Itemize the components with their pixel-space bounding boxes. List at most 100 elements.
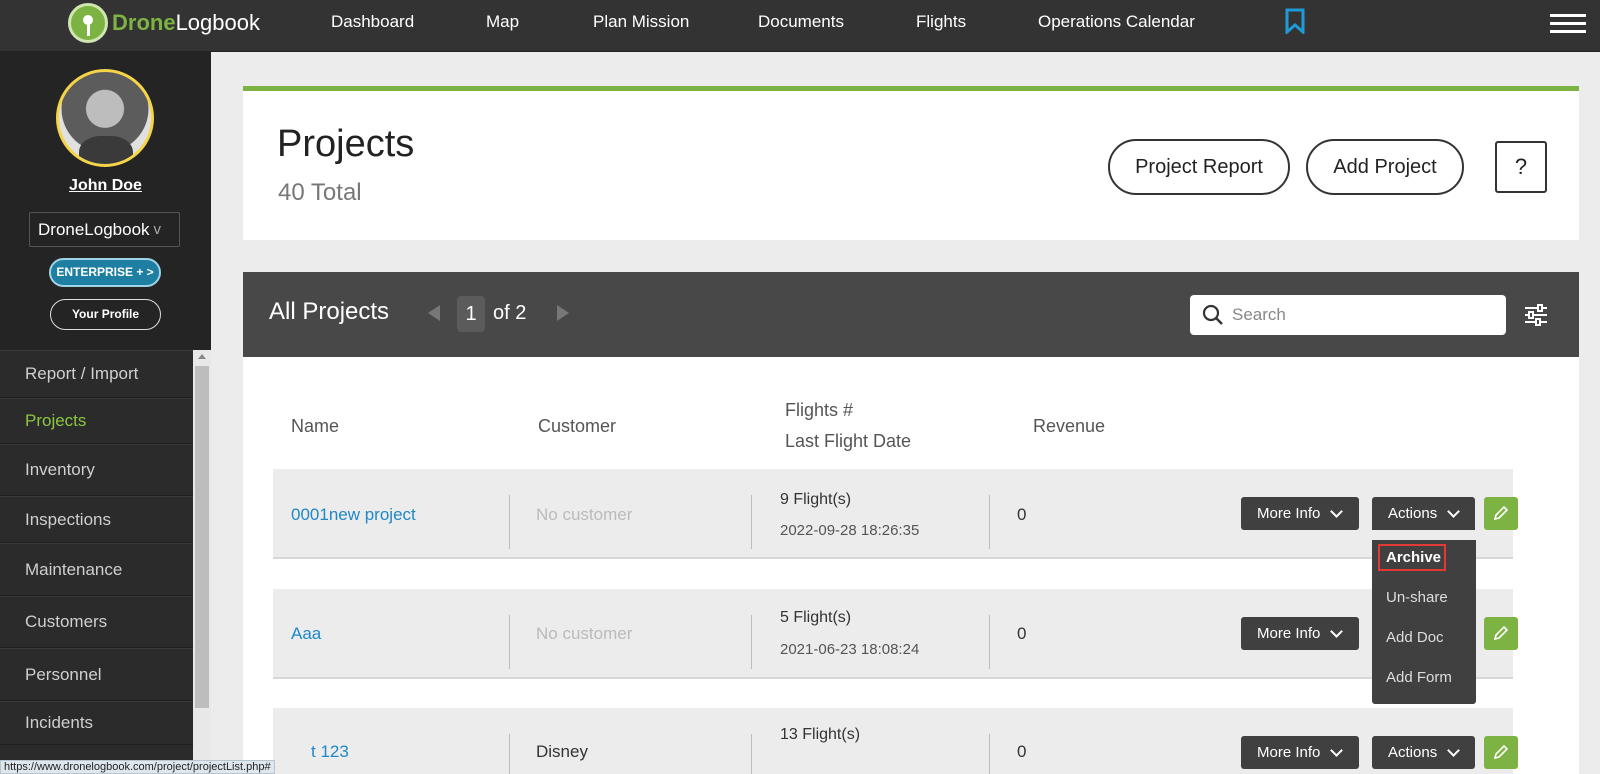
sidebar: John Doe DroneLogbook v ENTERPRISE + > Yo… [0, 52, 211, 774]
cell-divider [751, 495, 752, 549]
revenue-value: 0 [1017, 505, 1027, 524]
add-project-button[interactable]: Add Project [1306, 139, 1464, 195]
sidebar-item-maintenance[interactable]: Maintenance [0, 543, 193, 596]
sidebar-item-inventory[interactable]: Inventory [0, 444, 193, 496]
actions-label: Actions [1388, 505, 1438, 522]
search-input[interactable] [1232, 295, 1492, 335]
nav-map[interactable]: Map [486, 12, 519, 32]
menu-item-add-form[interactable]: Add Form [1386, 669, 1452, 686]
revenue-value: 0 [1017, 624, 1027, 643]
sidebar-item-inspections[interactable]: Inspections [0, 496, 193, 543]
chevron-down-icon [1447, 504, 1461, 518]
projects-total: 40 Total [278, 179, 362, 206]
project-report-button[interactable]: Project Report [1108, 139, 1290, 195]
project-name-link[interactable]: Aaa [291, 624, 321, 644]
filter-settings-icon[interactable] [1521, 300, 1551, 330]
brand-prefix: Drone [112, 10, 176, 35]
search-box [1190, 295, 1506, 335]
chevron-down-icon [1330, 504, 1344, 518]
search-icon [1202, 304, 1223, 325]
customer-value: No customer [536, 505, 633, 524]
current-page-input[interactable]: 1 [457, 296, 485, 332]
nav-plan-mission[interactable]: Plan Mission [593, 12, 689, 32]
next-page-arrow-icon[interactable] [557, 305, 569, 321]
cell-divider [989, 495, 990, 549]
menu-item-archive[interactable]: Archive [1386, 549, 1441, 566]
table-row: 0001new project No customer 9 Flight(s) … [273, 469, 1518, 559]
sidebar-item-personnel[interactable]: Personnel [0, 648, 193, 701]
customer-value: Disney [536, 742, 588, 761]
actions-button[interactable]: Actions [1372, 736, 1475, 769]
menu-item-unshare[interactable]: Un-share [1386, 589, 1448, 606]
brand-logo[interactable]: DroneLogbook [68, 3, 260, 43]
cell-divider [989, 734, 990, 774]
more-info-button[interactable]: More Info [1241, 617, 1359, 650]
projects-header-card: Projects 40 Total Project Report Add Pro… [243, 86, 1579, 240]
project-name-link[interactable]: 0001new project [291, 505, 416, 525]
cell-divider [751, 615, 752, 669]
edit-button[interactable] [1484, 736, 1518, 769]
column-header-name[interactable]: Name [291, 416, 339, 437]
page-title: Projects [277, 123, 415, 165]
sidebar-item-report-import[interactable]: Report / Import [0, 350, 193, 398]
nav-documents[interactable]: Documents [758, 12, 844, 32]
project-name-link[interactable]: t 123 [311, 742, 349, 762]
nav-dashboard[interactable]: Dashboard [331, 12, 414, 32]
table-row: Aaa No customer 5 Flight(s) 2021-06-23 1… [273, 589, 1518, 679]
more-info-label: More Info [1257, 744, 1321, 761]
scrollbar-thumb[interactable] [195, 366, 209, 708]
prev-page-arrow-icon[interactable] [428, 305, 440, 321]
column-header-customer[interactable]: Customer [538, 416, 616, 437]
brand-suffix: Logbook [175, 10, 260, 35]
top-navbar: DroneLogbook Dashboard Map Plan Mission … [0, 0, 1600, 52]
table-row: t 123 Disney 13 Flight(s) 0 More Info Ac… [273, 708, 1518, 774]
sidebar-scrollbar[interactable] [193, 350, 211, 774]
cell-divider [509, 495, 510, 549]
sidebar-item-projects[interactable]: Projects [0, 398, 193, 444]
more-info-button[interactable]: More Info [1241, 497, 1359, 530]
drone-logo-icon [68, 3, 108, 43]
scroll-up-arrow-icon[interactable] [198, 354, 206, 359]
actions-label: Actions [1388, 744, 1438, 761]
more-info-label: More Info [1257, 625, 1321, 642]
status-bar-url: https://www.dronelogbook.com/project/pro… [0, 760, 275, 774]
organization-select[interactable]: DroneLogbook v [29, 212, 180, 247]
actions-button[interactable]: Actions [1372, 497, 1475, 530]
cell-divider [509, 734, 510, 774]
chevron-down-icon [1330, 743, 1344, 757]
menu-item-add-doc[interactable]: Add Doc [1386, 629, 1444, 646]
column-header-revenue[interactable]: Revenue [1033, 416, 1105, 437]
chevron-down-icon [1447, 743, 1461, 757]
flights-count: 5 Flight(s) [780, 609, 852, 626]
profile-section: John Doe DroneLogbook v ENTERPRISE + > Yo… [0, 52, 211, 350]
actions-dropdown-menu: Archive Un-share Add Doc Add Form [1372, 540, 1476, 704]
organization-label: DroneLogbook [38, 219, 150, 239]
bookmark-icon[interactable] [1285, 8, 1305, 34]
nav-operations-calendar[interactable]: Operations Calendar [1038, 12, 1195, 32]
column-header-flights[interactable]: Flights # [785, 400, 853, 421]
sidebar-item-customers[interactable]: Customers [0, 596, 193, 648]
panel-toolbar: All Projects 1 of 2 [243, 272, 1579, 357]
edit-button[interactable] [1484, 617, 1518, 650]
last-flight-date: 2021-06-23 18:08:24 [780, 641, 920, 658]
more-info-button[interactable]: More Info [1241, 736, 1359, 769]
column-header-last-flight-date[interactable]: Last Flight Date [785, 431, 911, 452]
edit-button[interactable] [1484, 497, 1518, 530]
enterprise-badge-button[interactable]: ENTERPRISE + > [49, 258, 161, 287]
sidebar-item-incidents[interactable]: Incidents [0, 701, 193, 745]
page-count: of 2 [493, 302, 527, 324]
panel-title: All Projects [269, 298, 390, 325]
avatar[interactable] [56, 69, 154, 167]
cell-divider [751, 734, 752, 774]
cell-divider [509, 615, 510, 669]
hamburger-menu-icon[interactable] [1550, 14, 1586, 34]
nav-flights[interactable]: Flights [916, 12, 966, 32]
revenue-value: 0 [1017, 742, 1027, 761]
flights-count: 9 Flight(s) [780, 491, 852, 508]
chevron-down-icon [1330, 624, 1344, 638]
your-profile-button[interactable]: Your Profile [50, 299, 161, 330]
help-button[interactable]: ? [1495, 141, 1547, 193]
pencil-icon [1493, 625, 1509, 641]
pencil-icon [1493, 744, 1509, 760]
username-link[interactable]: John Doe [0, 177, 211, 195]
